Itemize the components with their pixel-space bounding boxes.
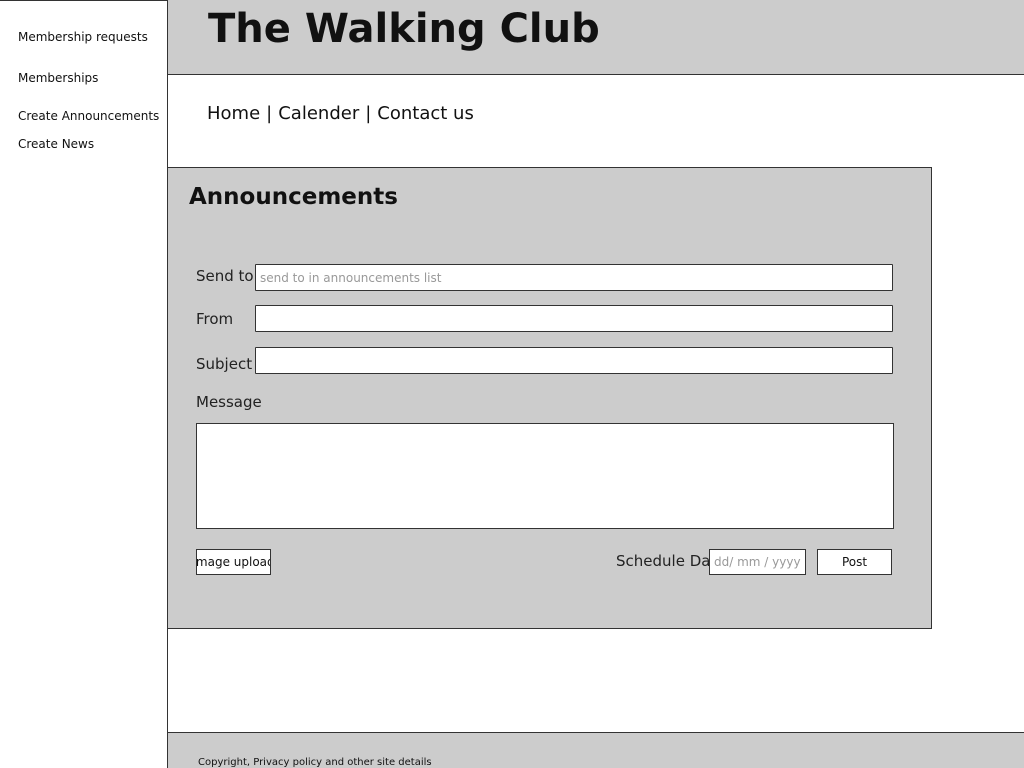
sidebar-item-create-announcements[interactable]: Create Announcements [18,109,159,123]
panel-title: Announcements [189,184,398,210]
schedule-date-field[interactable] [709,549,806,575]
site-title: The Walking Club [208,6,600,52]
footer: Copyright, Privacy policy and other site… [168,732,1024,768]
subject-label: Subject [196,355,253,373]
app-root: Membership requests Memberships Create A… [0,0,1024,768]
nav-home-link[interactable]: Home [207,103,260,124]
sidebar-item-membership-requests[interactable]: Membership requests [18,30,148,44]
from-label: From [196,310,234,328]
message-label: Message [196,393,262,411]
header: The Walking Club [168,0,1024,75]
subject-field[interactable] [255,347,893,374]
send-to-label: Send to [196,267,254,285]
sidebar: Membership requests Memberships Create A… [0,0,168,768]
image-upload-button[interactable]: Image upload [196,549,271,575]
nav-separator: | [266,103,273,124]
nav-calender-link[interactable]: Calender [278,103,359,124]
sidebar-item-memberships[interactable]: Memberships [18,71,98,85]
from-field[interactable] [255,305,893,332]
nav-contact-link[interactable]: Contact us [377,103,474,124]
post-button[interactable]: Post [817,549,892,575]
top-nav: Home | Calender | Contact us [207,103,474,124]
footer-text: Copyright, Privacy policy and other site… [198,757,432,768]
send-to-field[interactable] [255,264,893,291]
message-textarea[interactable] [196,423,894,529]
announcements-panel: Announcements Send to From Subject Messa… [168,167,932,629]
sidebar-item-create-news[interactable]: Create News [18,137,94,151]
nav-separator: | [365,103,372,124]
schedule-date-label: Schedule Dat [616,552,717,570]
